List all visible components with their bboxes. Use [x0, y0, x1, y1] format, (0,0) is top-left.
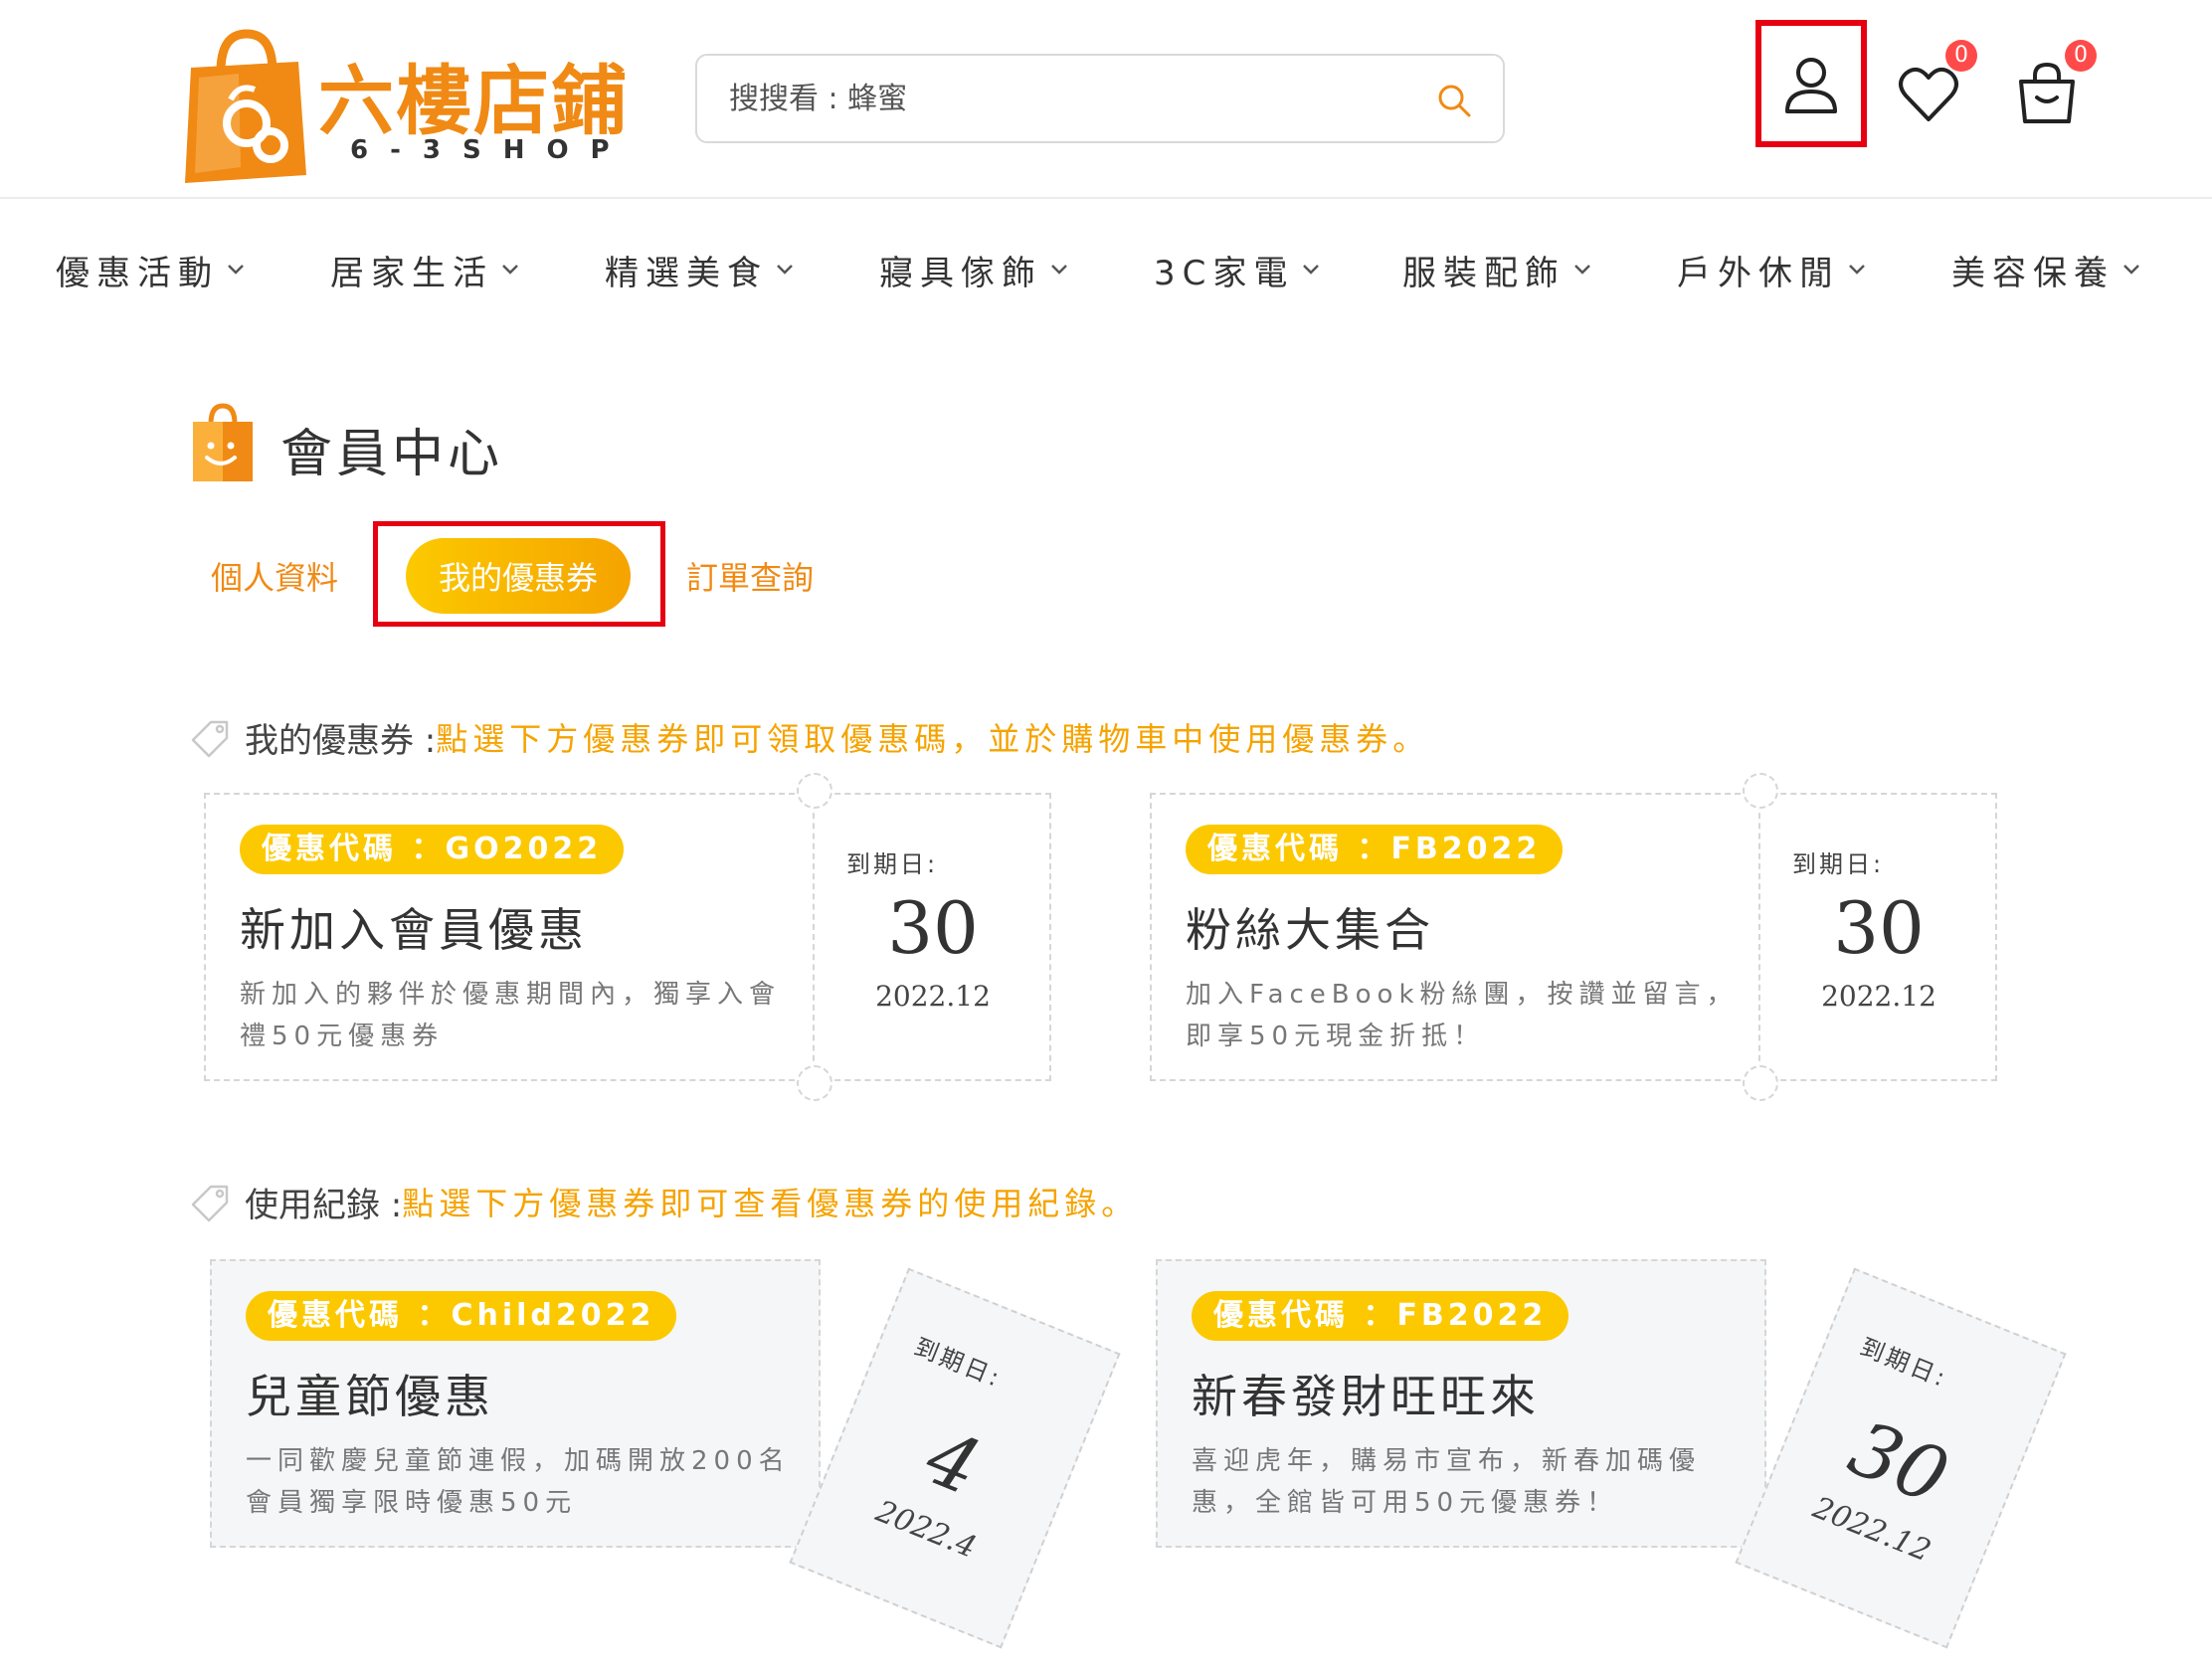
heart-icon	[1899, 67, 1958, 121]
shopping-bag-logo-icon	[185, 29, 306, 183]
chevron-down-icon	[1051, 265, 1067, 275]
torn-expiry-stub: 到期日: 30 2022.12	[1735, 1267, 2067, 1649]
search-icon[interactable]	[1435, 82, 1473, 119]
nav-item-promotions[interactable]: 優惠活動	[56, 239, 245, 300]
tag-icon	[191, 1185, 229, 1222]
expiry-label: 到期日:	[1792, 850, 1885, 878]
coupon-body: 優惠代碼 ：FB2022 粉絲大集合 加入FaceBook粉絲團，按讚並留言，即…	[1150, 793, 1760, 1081]
coupon-title: 新春發財旺旺來	[1192, 1370, 1540, 1423]
chevron-down-icon	[1303, 265, 1320, 275]
chevron-down-icon	[1849, 265, 1865, 275]
site-logo[interactable]: 六樓店鋪 6-3SHOP	[181, 28, 639, 187]
my-coupons-heading: 我的優惠券 : 點選下方優惠券即可領取優惠碼，並於購物車中使用優惠券。	[189, 712, 1429, 762]
coupon-notch	[1743, 773, 1778, 809]
search-input[interactable]	[727, 74, 1383, 123]
nav-item-label: 戶外休閒	[1677, 253, 1840, 293]
coupon-description: 加入FaceBook粉絲團，按讚並留言，即享50元現金折抵！	[1186, 980, 1739, 1051]
coupon-description: 新加入的夥伴於優惠期間內，獨享入會禮50元優惠券	[240, 980, 782, 1051]
section-label: 使用紀錄 :	[245, 1185, 403, 1225]
tab-profile[interactable]: 個人資料	[211, 553, 338, 599]
coupon-code-badge: 優惠代碼 ：FB2022	[1192, 1291, 1569, 1341]
coupon-expiry-stub: 到期日: 30 2022.12	[815, 793, 1051, 1081]
nav-item-bedding[interactable]: 寢具傢飾	[879, 239, 1068, 300]
chevron-down-icon	[502, 265, 518, 275]
category-nav: 優惠活動 居家生活 精選美食 寢具傢飾 3C家電 服裝配飾 戶外休閒 美容保養	[0, 239, 2212, 300]
section-description: 點選下方優惠券即可領取優惠碼，並於購物車中使用優惠券。	[436, 720, 1430, 758]
member-account-button[interactable]	[1755, 20, 1867, 147]
nav-item-label: 服裝配飾	[1402, 253, 1566, 293]
torn-expiry-stub: 到期日: 4 2022.4	[789, 1267, 1121, 1649]
site-header: 六樓店鋪 6-3SHOP 0 0	[0, 0, 2212, 199]
logo-subtitle: 6-3SHOP	[350, 135, 632, 165]
user-icon	[1785, 58, 1837, 113]
expiry-label: 到期日:	[846, 850, 939, 878]
tab-my-coupons[interactable]: 我的優惠券	[406, 538, 631, 614]
nav-item-label: 居家生活	[330, 253, 493, 293]
tab-order-lookup[interactable]: 訂單查詢	[686, 553, 814, 599]
coupon-code-badge: 優惠代碼 ：GO2022	[240, 825, 625, 874]
expiry-label: 到期日:	[1856, 1332, 1952, 1394]
expiry-year-month: 2022.12	[1821, 980, 1936, 1013]
expiry-year-month: 2022.12	[875, 980, 991, 1013]
nav-item-label: 美容保養	[1951, 253, 2115, 293]
wishlist-button[interactable]: 0	[1898, 40, 1977, 123]
chevron-down-icon	[1574, 265, 1590, 275]
nav-item-label: 精選美食	[605, 253, 768, 293]
coupon-title: 粉絲大集合	[1186, 903, 1434, 957]
nav-item-food[interactable]: 精選美食	[605, 239, 794, 300]
section-label: 我的優惠券 :	[245, 720, 437, 761]
coupon-description: 喜迎虎年，購易市宣布，新春加碼優惠，全館皆可用50元優惠券！	[1192, 1446, 1702, 1518]
coupon-card[interactable]: 優惠代碼 ：FB2022 粉絲大集合 加入FaceBook粉絲團，按讚並留言，即…	[1150, 773, 1997, 1101]
search-box	[695, 54, 1505, 143]
nav-item-label: 優惠活動	[56, 253, 219, 293]
coupon-code-badge: 優惠代碼 ：FB2022	[1186, 825, 1564, 874]
nav-item-label: 寢具傢飾	[879, 253, 1042, 293]
expiry-day: 30	[887, 886, 979, 970]
expiry-label: 到期日:	[910, 1332, 1007, 1394]
used-coupon-card[interactable]: 優惠代碼 ：Child2022 兒童節優惠 一同歡慶兒童節連假，加碼開放200名…	[210, 1259, 1121, 1649]
shopping-bag-smile-icon	[193, 403, 253, 481]
coupon-body: 優惠代碼 ：Child2022 兒童節優惠 一同歡慶兒童節連假，加碼開放200名…	[210, 1259, 821, 1548]
used-coupon-card[interactable]: 優惠代碼 ：FB2022 新春發財旺旺來 喜迎虎年，購易市宣布，新春加碼優惠，全…	[1156, 1259, 2067, 1649]
coupon-card[interactable]: 優惠代碼 ：GO2022 新加入會員優惠 新加入的夥伴於優惠期間內，獨享入會禮5…	[204, 773, 1051, 1101]
shopping-bag-icon	[2019, 62, 2075, 123]
tab-highlight-box: 我的優惠券	[373, 521, 665, 627]
coupon-body: 優惠代碼 ：FB2022 新春發財旺旺來 喜迎虎年，購易市宣布，新春加碼優惠，全…	[1156, 1259, 1766, 1548]
nav-item-beauty[interactable]: 美容保養	[1951, 239, 2140, 300]
tag-icon	[191, 720, 229, 758]
usage-history-heading: 使用紀錄 : 點選下方優惠券即可查看優惠券的使用紀錄。	[189, 1177, 1138, 1226]
coupon-notch	[797, 773, 832, 809]
coupon-code-badge: 優惠代碼 ：Child2022	[246, 1291, 677, 1341]
chevron-down-icon	[777, 265, 793, 275]
chevron-down-icon	[228, 265, 244, 275]
coupon-body: 優惠代碼 ：GO2022 新加入會員優惠 新加入的夥伴於優惠期間內，獨享入會禮5…	[204, 793, 815, 1081]
nav-item-apparel[interactable]: 服裝配飾	[1402, 239, 1591, 300]
cart-button[interactable]: 0	[2017, 40, 2097, 125]
chevron-down-icon	[2123, 265, 2139, 275]
section-description: 點選下方優惠券即可查看優惠券的使用紀錄。	[402, 1185, 1139, 1222]
coupon-notch	[797, 1065, 832, 1101]
logo-title: 六樓店鋪	[318, 57, 629, 145]
coupon-expiry-stub: 到期日: 30 2022.12	[1760, 793, 1997, 1081]
wishlist-count-badge: 0	[1945, 40, 1977, 72]
expiry-day: 30	[1833, 886, 1925, 970]
nav-item-3c-appliances[interactable]: 3C家電	[1154, 239, 1320, 300]
nav-item-outdoor[interactable]: 戶外休閒	[1677, 239, 1866, 300]
coupon-description: 一同歡慶兒童節連假，加碼開放200名會員獨享限時優惠50元	[246, 1446, 791, 1518]
cart-count-badge: 0	[2065, 40, 2097, 72]
nav-item-label: 3C家電	[1154, 253, 1295, 293]
nav-item-home-living[interactable]: 居家生活	[330, 239, 519, 300]
coupon-notch	[1743, 1065, 1778, 1101]
coupon-title: 兒童節優惠	[246, 1370, 494, 1423]
page-title: 會員中心	[280, 425, 504, 484]
coupon-title: 新加入會員優惠	[240, 903, 588, 957]
